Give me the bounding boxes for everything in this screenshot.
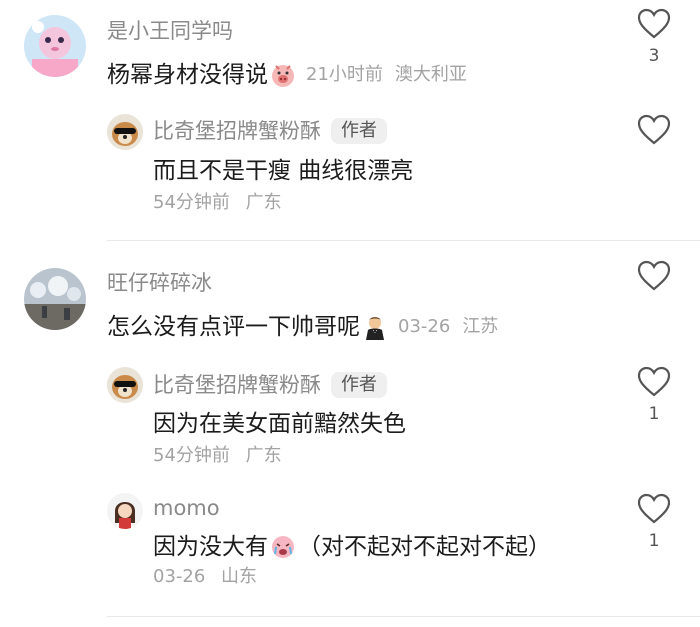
pig-face-emoji (270, 62, 296, 88)
avatar[interactable] (24, 15, 86, 77)
like-count: 1 (648, 531, 660, 551)
reply-text: 而且不是干瘦 曲线很漂亮 (153, 158, 414, 184)
heart-icon (637, 114, 671, 145)
reply-username: 比奇堡招牌蟹粉酥 作者 (153, 118, 387, 144)
reply-text-after: （对不起对不起对不起） (298, 533, 551, 560)
divider (107, 616, 700, 617)
crying-face-emoji (270, 534, 296, 560)
comment-text-body: 怎么没有点评一下帅哥呢 (107, 313, 360, 340)
author-badge: 作者 (331, 372, 387, 398)
man-in-tuxedo-emoji (362, 314, 388, 340)
reply-meta: 54分钟前 广东 (153, 194, 282, 212)
dog-avatar-image (107, 367, 143, 403)
reply-time: 54分钟前 (153, 445, 230, 466)
reply-username-text[interactable]: 比奇堡招牌蟹粉酥 (153, 374, 321, 396)
comment-text: 杨幂身材没得说 21小时前 澳大利亚 (107, 62, 467, 88)
comment-thread-1: 是小王同学吗 杨幂身材没得说 21小时前 澳大利亚 3 比奇堡招牌蟹粉酥 作者 … (0, 0, 700, 240)
like-count: 1 (648, 404, 660, 424)
like-button[interactable]: 3 (634, 8, 674, 65)
heart-icon (637, 366, 671, 397)
heart-icon (637, 260, 671, 291)
comment-time: 21小时前 (306, 64, 383, 85)
reply-location: 广东 (245, 445, 282, 466)
comment-text: 怎么没有点评一下帅哥呢 03-26 江苏 (107, 314, 498, 340)
comment-thread-2: 旺仔碎碎冰 怎么没有点评一下帅哥呢 03-26 江苏 比奇堡招牌蟹粉酥 作者 因… (0, 241, 700, 621)
reply-time: 54分钟前 (153, 192, 230, 213)
username[interactable]: 是小王同学吗 (107, 21, 233, 42)
girl-avatar-image (107, 493, 143, 529)
username[interactable]: 旺仔碎碎冰 (107, 273, 212, 294)
reply-time: 03-26 (153, 566, 206, 587)
heart-icon (637, 493, 671, 524)
comment-time: 03-26 (398, 316, 451, 337)
avatar[interactable] (107, 367, 143, 403)
like-button[interactable]: 1 (634, 366, 674, 423)
reply-location: 广东 (245, 192, 282, 213)
like-button[interactable]: 1 (634, 493, 674, 550)
dog-avatar-image (107, 114, 143, 150)
avatar-image (24, 15, 86, 77)
avatar[interactable] (107, 493, 143, 529)
author-badge: 作者 (331, 118, 387, 144)
reply-text: 因为在美女面前黯然失色 (153, 411, 406, 437)
comment-location: 江苏 (462, 316, 499, 337)
comment-location: 澳大利亚 (394, 64, 467, 85)
reply-username[interactable]: momo (153, 498, 220, 519)
heart-icon (637, 8, 671, 39)
avatar-image (24, 268, 86, 330)
avatar[interactable] (107, 114, 143, 150)
reply-username-text[interactable]: 比奇堡招牌蟹粉酥 (153, 120, 321, 142)
reply-text-before: 因为没大有 (153, 533, 268, 560)
reply-meta: 54分钟前 广东 (153, 447, 282, 465)
avatar[interactable] (24, 268, 86, 330)
reply-location: 山东 (221, 566, 258, 587)
comment-text-body: 杨幂身材没得说 (107, 61, 268, 88)
like-button[interactable] (634, 260, 674, 292)
like-button[interactable] (634, 114, 674, 146)
reply-text: 因为没大有 （对不起对不起对不起） (153, 534, 551, 560)
reply-username: 比奇堡招牌蟹粉酥 作者 (153, 372, 387, 398)
like-count: 3 (648, 46, 660, 66)
reply-meta: 03-26 山东 (153, 568, 257, 586)
